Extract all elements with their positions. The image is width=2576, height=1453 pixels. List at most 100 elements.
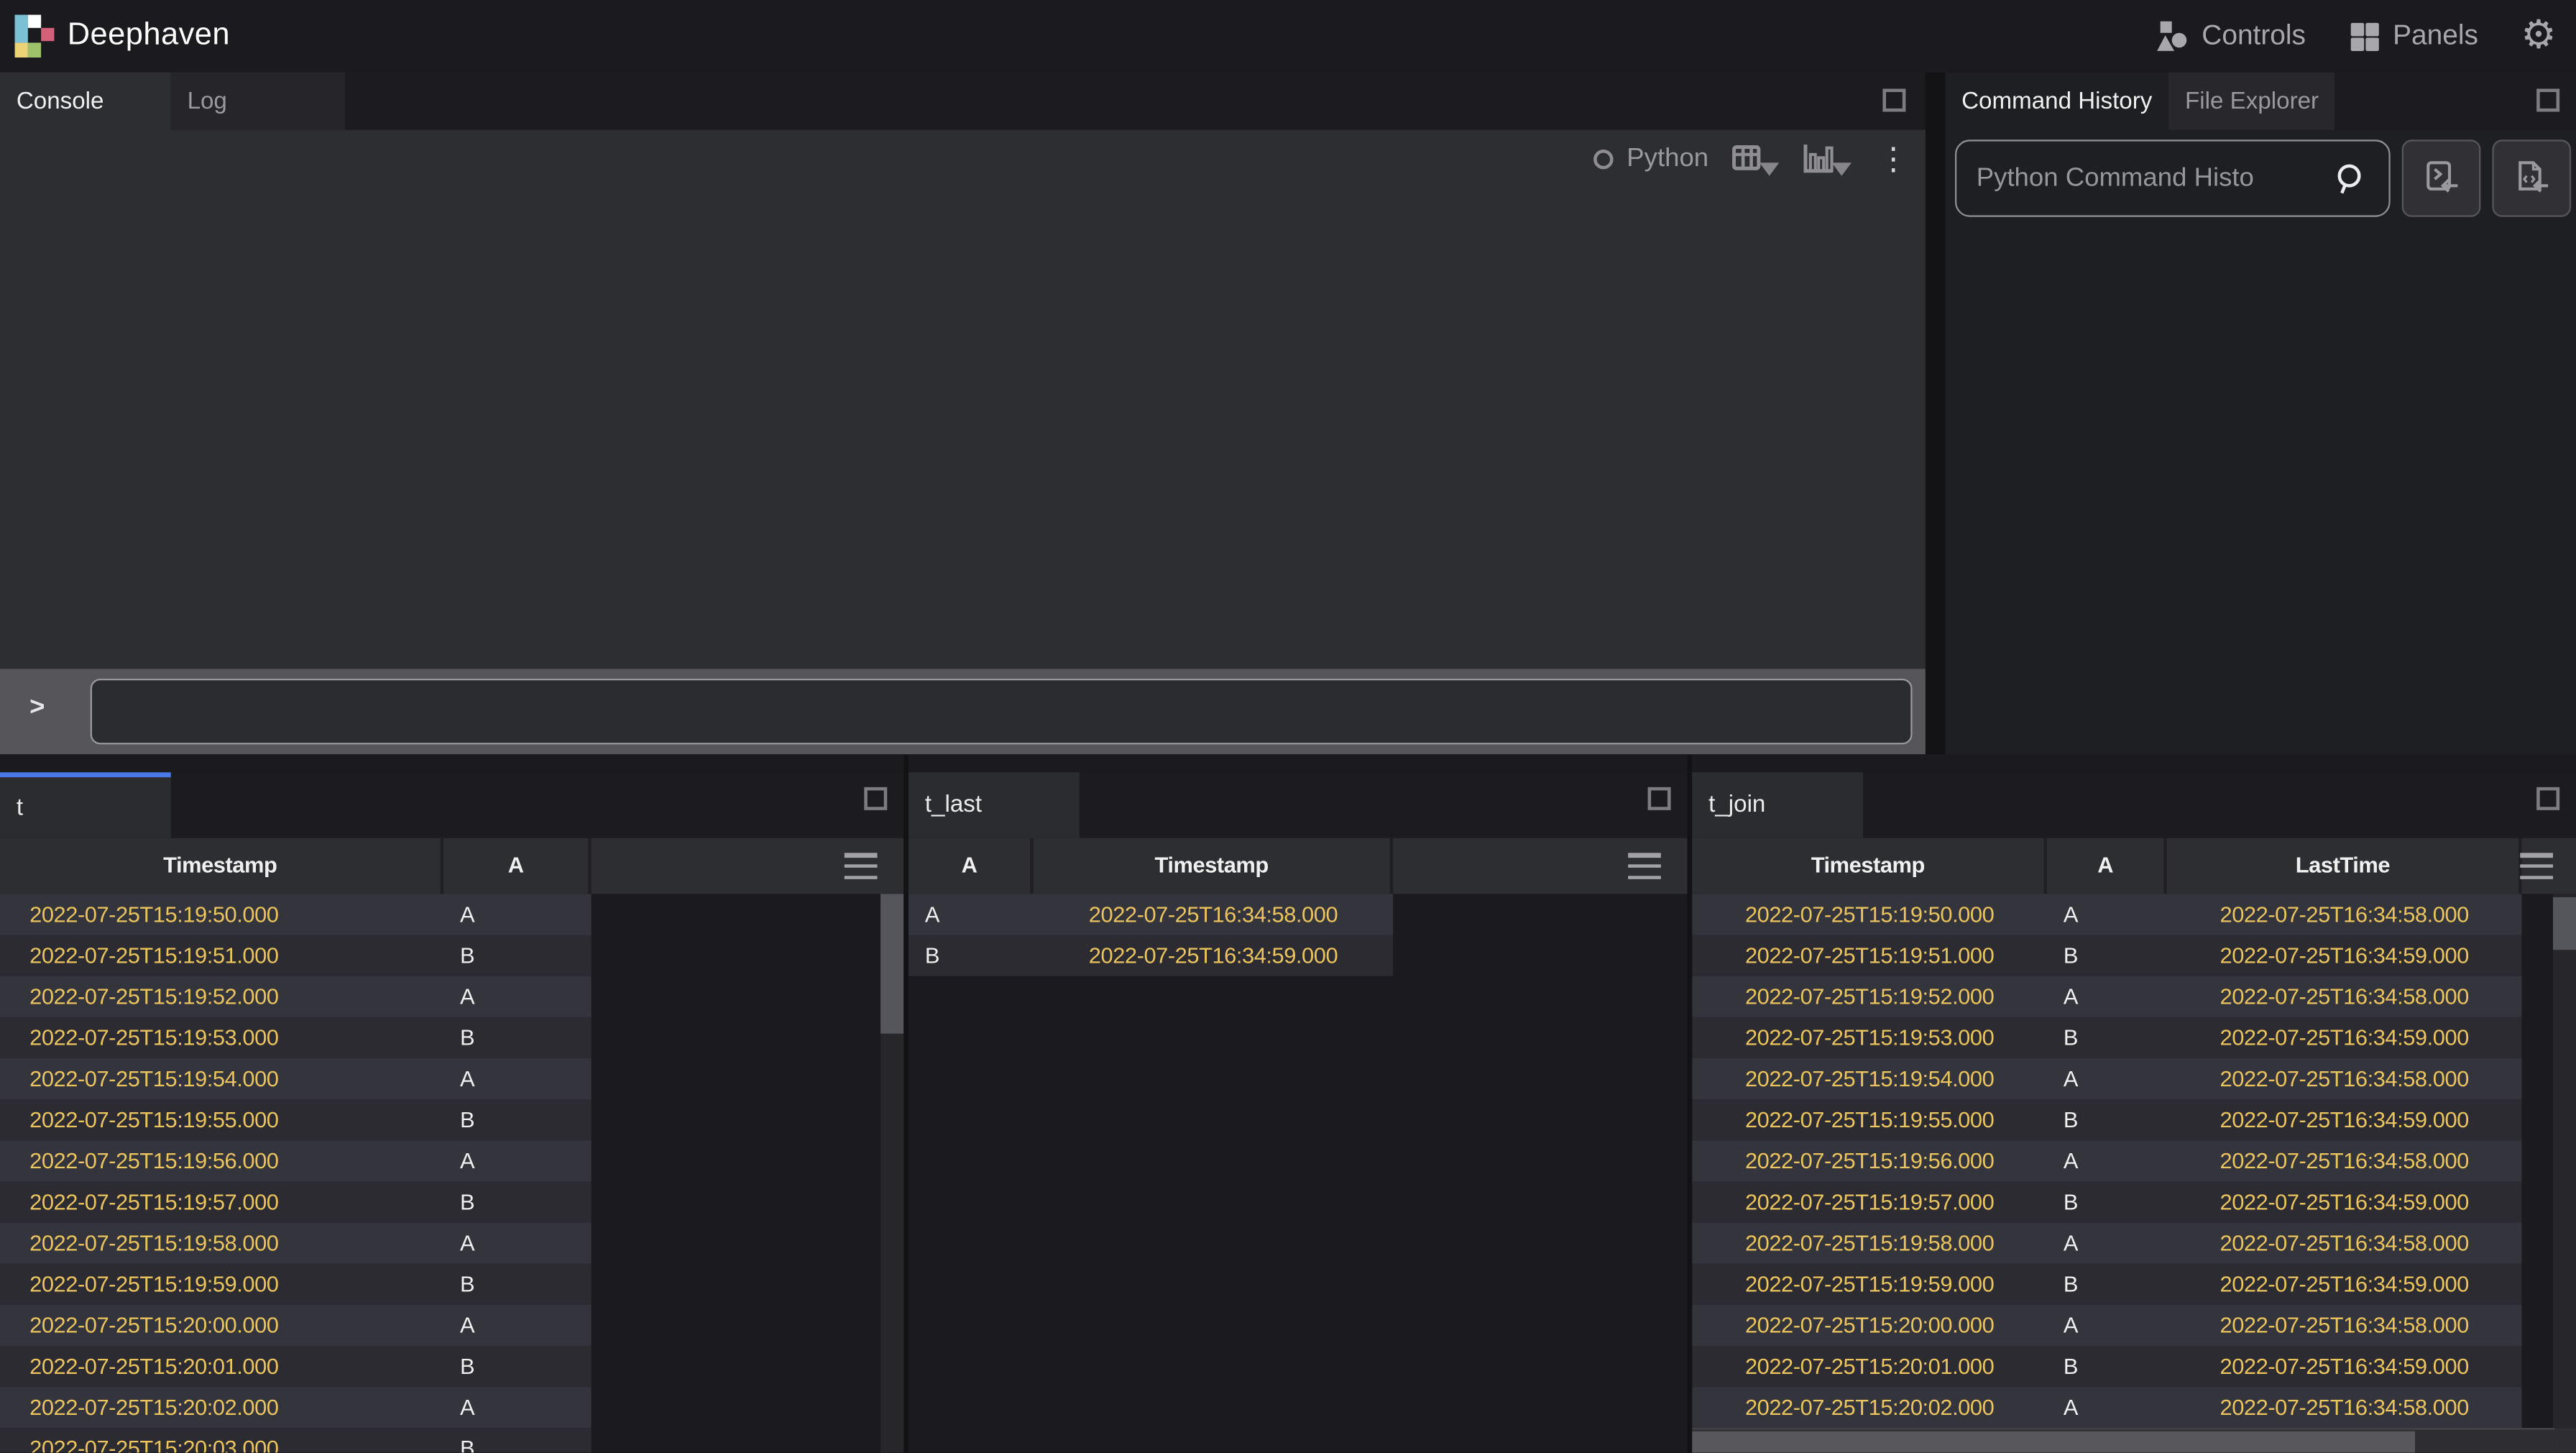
scrollbar-thumb[interactable]: [880, 894, 903, 1033]
cell-a[interactable]: A: [443, 976, 592, 1017]
cell-a[interactable]: A: [443, 1058, 592, 1099]
table-row[interactable]: 2022-07-25T15:19:52.000A: [0, 976, 592, 1017]
table-row[interactable]: 2022-07-25T15:19:54.000A: [0, 1058, 592, 1099]
table-menu-icon[interactable]: [1628, 853, 1661, 879]
panels-button[interactable]: Panels: [2348, 19, 2478, 52]
tab-t-last[interactable]: t_last: [908, 772, 1080, 838]
table-row[interactable]: 2022-07-25T15:19:57.000B2022-07-25T16:34…: [1692, 1181, 2521, 1222]
t-vertical-scrollbar[interactable]: [880, 894, 903, 1452]
cell-lt[interactable]: 2022-07-25T16:34:59.000: [2167, 1346, 2522, 1387]
cell-a[interactable]: B: [443, 1428, 592, 1452]
cell-a[interactable]: A: [443, 894, 592, 935]
table-row[interactable]: 2022-07-25T15:19:59.000B2022-07-25T16:34…: [1692, 1264, 2521, 1305]
maximize-icon[interactable]: [1882, 88, 1905, 111]
cell-ts[interactable]: 2022-07-25T15:19:56.000: [0, 1140, 443, 1181]
column-header-lt[interactable]: LastTime: [2167, 838, 2522, 894]
cell-a[interactable]: A: [443, 1387, 592, 1428]
cell-lt[interactable]: 2022-07-25T16:34:58.000: [2167, 1058, 2522, 1099]
cell-lt[interactable]: 2022-07-25T16:34:59.000: [2167, 1264, 2522, 1305]
table-row[interactable]: 2022-07-25T15:19:54.000A2022-07-25T16:34…: [1692, 1058, 2521, 1099]
cell-a[interactable]: A: [908, 894, 1034, 935]
settings-gear-icon[interactable]: ⚙: [2521, 17, 2556, 56]
table-row[interactable]: 2022-07-25T15:19:59.000B: [0, 1264, 592, 1305]
cell-ts[interactable]: 2022-07-25T16:34:58.000: [1034, 894, 1394, 935]
cell-lt[interactable]: 2022-07-25T16:34:58.000: [2167, 1223, 2522, 1264]
tab-t[interactable]: t: [0, 772, 171, 838]
cell-ts[interactable]: 2022-07-25T15:19:54.000: [1692, 1058, 2047, 1099]
cell-ts[interactable]: 2022-07-25T15:20:02.000: [1692, 1387, 2047, 1428]
cell-a[interactable]: B: [2047, 1017, 2167, 1058]
table-row[interactable]: 2022-07-25T15:19:58.000A2022-07-25T16:34…: [1692, 1223, 2521, 1264]
cell-ts[interactable]: 2022-07-25T15:20:03.000: [0, 1428, 443, 1452]
cell-lt[interactable]: 2022-07-25T16:34:58.000: [2167, 1305, 2522, 1346]
table-row[interactable]: 2022-07-25T15:19:50.000A: [0, 894, 592, 935]
cell-ts[interactable]: 2022-07-25T15:20:00.000: [1692, 1305, 2047, 1346]
cell-a[interactable]: B: [2047, 1346, 2167, 1387]
cell-ts[interactable]: 2022-07-25T15:20:01.000: [1692, 1346, 2047, 1387]
scrollbar-thumb[interactable]: [2553, 897, 2576, 950]
table-row[interactable]: 2022-07-25T15:20:00.000A2022-07-25T16:34…: [1692, 1305, 2521, 1346]
overflow-menu-icon[interactable]: ⋮: [1874, 144, 1913, 175]
cell-ts[interactable]: 2022-07-25T15:20:02.000: [0, 1387, 443, 1428]
table-row[interactable]: 2022-07-25T15:19:57.000B: [0, 1181, 592, 1222]
column-header-ts[interactable]: Timestamp: [0, 838, 443, 894]
cell-ts[interactable]: 2022-07-25T15:19:52.000: [1692, 976, 2047, 1017]
cell-ts[interactable]: 2022-07-25T15:19:51.000: [1692, 935, 2047, 976]
cell-a[interactable]: A: [443, 1140, 592, 1181]
controls-button[interactable]: Controls: [2156, 19, 2306, 52]
column-header-ts[interactable]: Timestamp: [1034, 838, 1394, 894]
cell-a[interactable]: A: [443, 1223, 592, 1264]
table-row[interactable]: 2022-07-25T15:19:55.000B: [0, 1099, 592, 1140]
tab-command-history[interactable]: Command History: [1945, 73, 2168, 130]
table-row[interactable]: 2022-07-25T15:20:02.000A: [0, 1387, 592, 1428]
cell-ts[interactable]: 2022-07-25T16:34:59.000: [1034, 935, 1394, 976]
cell-a[interactable]: B: [2047, 935, 2167, 976]
cell-ts[interactable]: 2022-07-25T15:19:56.000: [1692, 1140, 2047, 1181]
cell-ts[interactable]: 2022-07-25T15:19:53.000: [1692, 1017, 2047, 1058]
cell-ts[interactable]: 2022-07-25T15:19:55.000: [1692, 1099, 2047, 1140]
t-join-vertical-scrollbar[interactable]: [2553, 894, 2576, 1428]
cell-ts[interactable]: 2022-07-25T15:20:00.000: [0, 1305, 443, 1346]
cell-a[interactable]: B: [2047, 1181, 2167, 1222]
table-row[interactable]: 2022-07-25T15:19:56.000A: [0, 1140, 592, 1181]
cell-lt[interactable]: 2022-07-25T16:34:58.000: [2167, 894, 2522, 935]
table-row[interactable]: 2022-07-25T15:19:52.000A2022-07-25T16:34…: [1692, 976, 2521, 1017]
tab-t-join[interactable]: t_join: [1692, 772, 1863, 838]
cell-ts[interactable]: 2022-07-25T15:19:50.000: [0, 894, 443, 935]
cell-lt[interactable]: 2022-07-25T16:34:58.000: [2167, 1387, 2522, 1428]
cell-a[interactable]: B: [443, 935, 592, 976]
table-menu-icon[interactable]: [2520, 853, 2553, 879]
cell-a[interactable]: B: [443, 1346, 592, 1387]
cell-lt[interactable]: 2022-07-25T16:34:59.000: [2167, 935, 2522, 976]
cell-a[interactable]: B: [908, 935, 1034, 976]
table-row[interactable]: 2022-07-25T15:20:01.000B2022-07-25T16:34…: [1692, 1346, 2521, 1387]
cell-a[interactable]: A: [443, 1305, 592, 1346]
table-row[interactable]: 2022-07-25T15:19:56.000A2022-07-25T16:34…: [1692, 1140, 2521, 1181]
tab-file-explorer[interactable]: File Explorer: [2168, 73, 2335, 130]
cell-ts[interactable]: 2022-07-25T15:19:51.000: [0, 935, 443, 976]
t-join-horizontal-scrollbar[interactable]: [1692, 1428, 2554, 1452]
column-header-a[interactable]: A: [443, 838, 592, 894]
cell-a[interactable]: A: [2047, 894, 2167, 935]
send-to-console-button[interactable]: [2402, 139, 2481, 216]
cell-a[interactable]: A: [2047, 1058, 2167, 1099]
cell-a[interactable]: B: [2047, 1264, 2167, 1305]
cell-a[interactable]: A: [2047, 1305, 2167, 1346]
column-header-a[interactable]: A: [2047, 838, 2167, 894]
table-row[interactable]: 2022-07-25T15:20:03.000B: [0, 1428, 592, 1452]
cell-lt[interactable]: 2022-07-25T16:34:59.000: [2167, 1017, 2522, 1058]
table-row[interactable]: 2022-07-25T15:19:50.000A2022-07-25T16:34…: [1692, 894, 2521, 935]
cell-ts[interactable]: 2022-07-25T15:19:57.000: [0, 1181, 443, 1222]
cell-ts[interactable]: 2022-07-25T15:19:52.000: [0, 976, 443, 1017]
tab-console[interactable]: Console: [0, 73, 171, 130]
send-to-notebook-button[interactable]: [2492, 139, 2571, 216]
maximize-icon[interactable]: [864, 787, 887, 810]
table-row[interactable]: 2022-07-25T15:19:55.000B2022-07-25T16:34…: [1692, 1099, 2521, 1140]
table-row[interactable]: 2022-07-25T15:20:01.000B: [0, 1346, 592, 1387]
maximize-icon[interactable]: [1648, 787, 1671, 810]
column-header-a[interactable]: A: [908, 838, 1034, 894]
cell-ts[interactable]: 2022-07-25T15:19:55.000: [0, 1099, 443, 1140]
table-row[interactable]: 2022-07-25T15:19:58.000A: [0, 1223, 592, 1264]
cell-lt[interactable]: 2022-07-25T16:34:58.000: [2167, 976, 2522, 1017]
cell-ts[interactable]: 2022-07-25T15:19:59.000: [1692, 1264, 2047, 1305]
